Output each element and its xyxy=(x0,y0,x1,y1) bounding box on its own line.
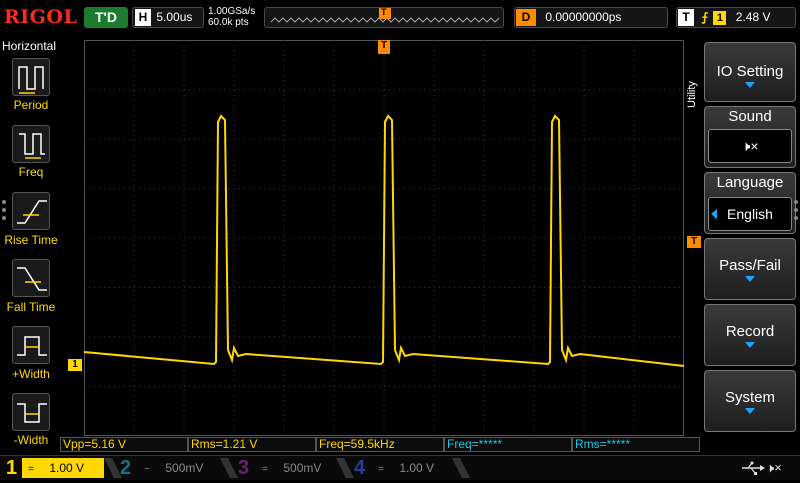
ch1-scale-value: 1.00 V xyxy=(49,461,85,475)
ch3-scale[interactable]: = 500mV xyxy=(262,458,342,478)
measurement-freq[interactable]: Freq=59.5kHz xyxy=(316,437,444,452)
speaker-muted-icon: 🕨× xyxy=(766,460,782,475)
measurement-rms[interactable]: Rms=1.21 V xyxy=(188,437,316,452)
utility-tab[interactable]: Utility xyxy=(686,60,702,130)
sound-value: 🕨× xyxy=(708,129,792,163)
sample-rate: 1.00GSa/s xyxy=(208,6,256,17)
system-button[interactable]: System xyxy=(704,370,796,432)
ch3-number[interactable]: 3 xyxy=(238,456,249,480)
ch3-scale-value: 500mV xyxy=(283,461,322,475)
left-scroll-dots xyxy=(2,200,6,224)
timebase-display[interactable]: H 5.00us xyxy=(132,7,204,28)
ch4-number[interactable]: 4 xyxy=(354,456,365,480)
measurement-freq-off[interactable]: Freq=***** xyxy=(444,437,572,452)
rise-time-label: Rise Time xyxy=(4,233,58,247)
record-button[interactable]: Record xyxy=(704,304,796,366)
measurement-vpp[interactable]: Vpp=5.16 V xyxy=(60,437,188,452)
ch4-scale-value: 1.00 V xyxy=(399,461,435,475)
left-menu-title: Horizontal xyxy=(2,39,57,53)
channel-separator xyxy=(336,458,354,478)
sample-info: 1.00GSa/s 60.0k pts xyxy=(208,6,255,28)
freq-label: Freq xyxy=(18,165,44,179)
submenu-arrow-icon xyxy=(745,276,755,282)
ch4-scale[interactable]: = 1.00 V xyxy=(378,458,458,478)
fall-time-icon xyxy=(17,267,47,291)
ch2-scale-value: 500mV xyxy=(165,461,204,475)
timebase-label: H xyxy=(135,9,151,26)
ch1-waveform xyxy=(84,114,684,367)
ch2-number[interactable]: 2 xyxy=(120,456,131,480)
ch1-number[interactable]: 1 xyxy=(6,456,17,480)
ch1-coupling: = xyxy=(28,464,34,475)
submenu-arrow-icon xyxy=(745,82,755,88)
rise-time-icon xyxy=(17,200,47,224)
period-icon xyxy=(18,66,44,94)
language-text: English xyxy=(727,206,773,222)
rise-time-button[interactable] xyxy=(12,192,50,230)
record-label: Record xyxy=(725,323,775,340)
negative-width-label: -Width xyxy=(13,433,49,447)
ch3-coupling: = xyxy=(262,464,268,475)
io-setting-button[interactable]: IO Setting xyxy=(704,42,796,102)
ch2-scale[interactable]: ~ 500mV xyxy=(144,458,224,478)
rising-edge-icon: ⨍ xyxy=(701,10,709,24)
measurement-rms-off[interactable]: Rms=***** xyxy=(572,437,700,452)
trigger-display[interactable]: T ⨍ 1 2.48 V xyxy=(676,7,796,28)
positive-width-button[interactable] xyxy=(12,326,50,364)
freq-icon xyxy=(19,133,45,159)
negative-width-icon xyxy=(17,403,47,423)
right-scroll-dots xyxy=(794,200,798,224)
run-status-badge[interactable]: T'D xyxy=(84,7,128,28)
memory-depth: 60.0k pts xyxy=(208,17,249,28)
trigger-delay-display[interactable]: D 0.00000000ps xyxy=(514,7,668,28)
ch1-scale[interactable]: = 1.00 V xyxy=(22,458,104,478)
language-value: English xyxy=(708,197,792,231)
sound-title: Sound xyxy=(728,108,772,125)
rigol-logo: RIGOL xyxy=(4,6,78,28)
pass-fail-label: Pass/Fail xyxy=(719,257,781,274)
system-label: System xyxy=(724,389,775,406)
io-setting-label: IO Setting xyxy=(716,63,784,80)
submenu-arrow-icon xyxy=(745,342,755,348)
pass-fail-button[interactable]: Pass/Fail xyxy=(704,238,796,300)
ch1-ground-marker[interactable]: 1 xyxy=(68,359,82,371)
channel-separator xyxy=(220,458,238,478)
submenu-arrow-icon xyxy=(745,408,755,414)
positive-width-label: +Width xyxy=(12,367,50,381)
fall-time-button[interactable] xyxy=(12,259,50,297)
channel-separator xyxy=(452,458,470,478)
trigger-position-marker[interactable]: T xyxy=(378,40,390,54)
period-label: Period xyxy=(13,98,49,112)
delay-label: D xyxy=(516,9,536,26)
trigger-level: 2.48 V xyxy=(735,10,771,24)
language-title: Language xyxy=(716,174,784,191)
timebase-value: 5.00us xyxy=(156,10,193,24)
waveform-display[interactable] xyxy=(84,40,684,436)
negative-width-button[interactable] xyxy=(12,393,50,431)
speaker-muted-icon: 🕨× xyxy=(741,138,759,154)
memory-overview[interactable]: T xyxy=(264,7,504,28)
fall-time-label: Fall Time xyxy=(6,300,56,314)
ch4-coupling: = xyxy=(378,464,384,475)
delay-value: 0.00000000ps xyxy=(545,10,622,24)
freq-button[interactable] xyxy=(12,125,50,163)
trigger-label: T xyxy=(678,9,694,26)
period-button[interactable] xyxy=(12,58,50,96)
ch2-coupling: ~ xyxy=(144,464,150,475)
left-arrow-icon xyxy=(711,209,717,219)
memory-trigger-marker: T xyxy=(381,7,387,17)
positive-width-icon xyxy=(17,336,47,356)
trigger-source: 1 xyxy=(713,10,727,25)
